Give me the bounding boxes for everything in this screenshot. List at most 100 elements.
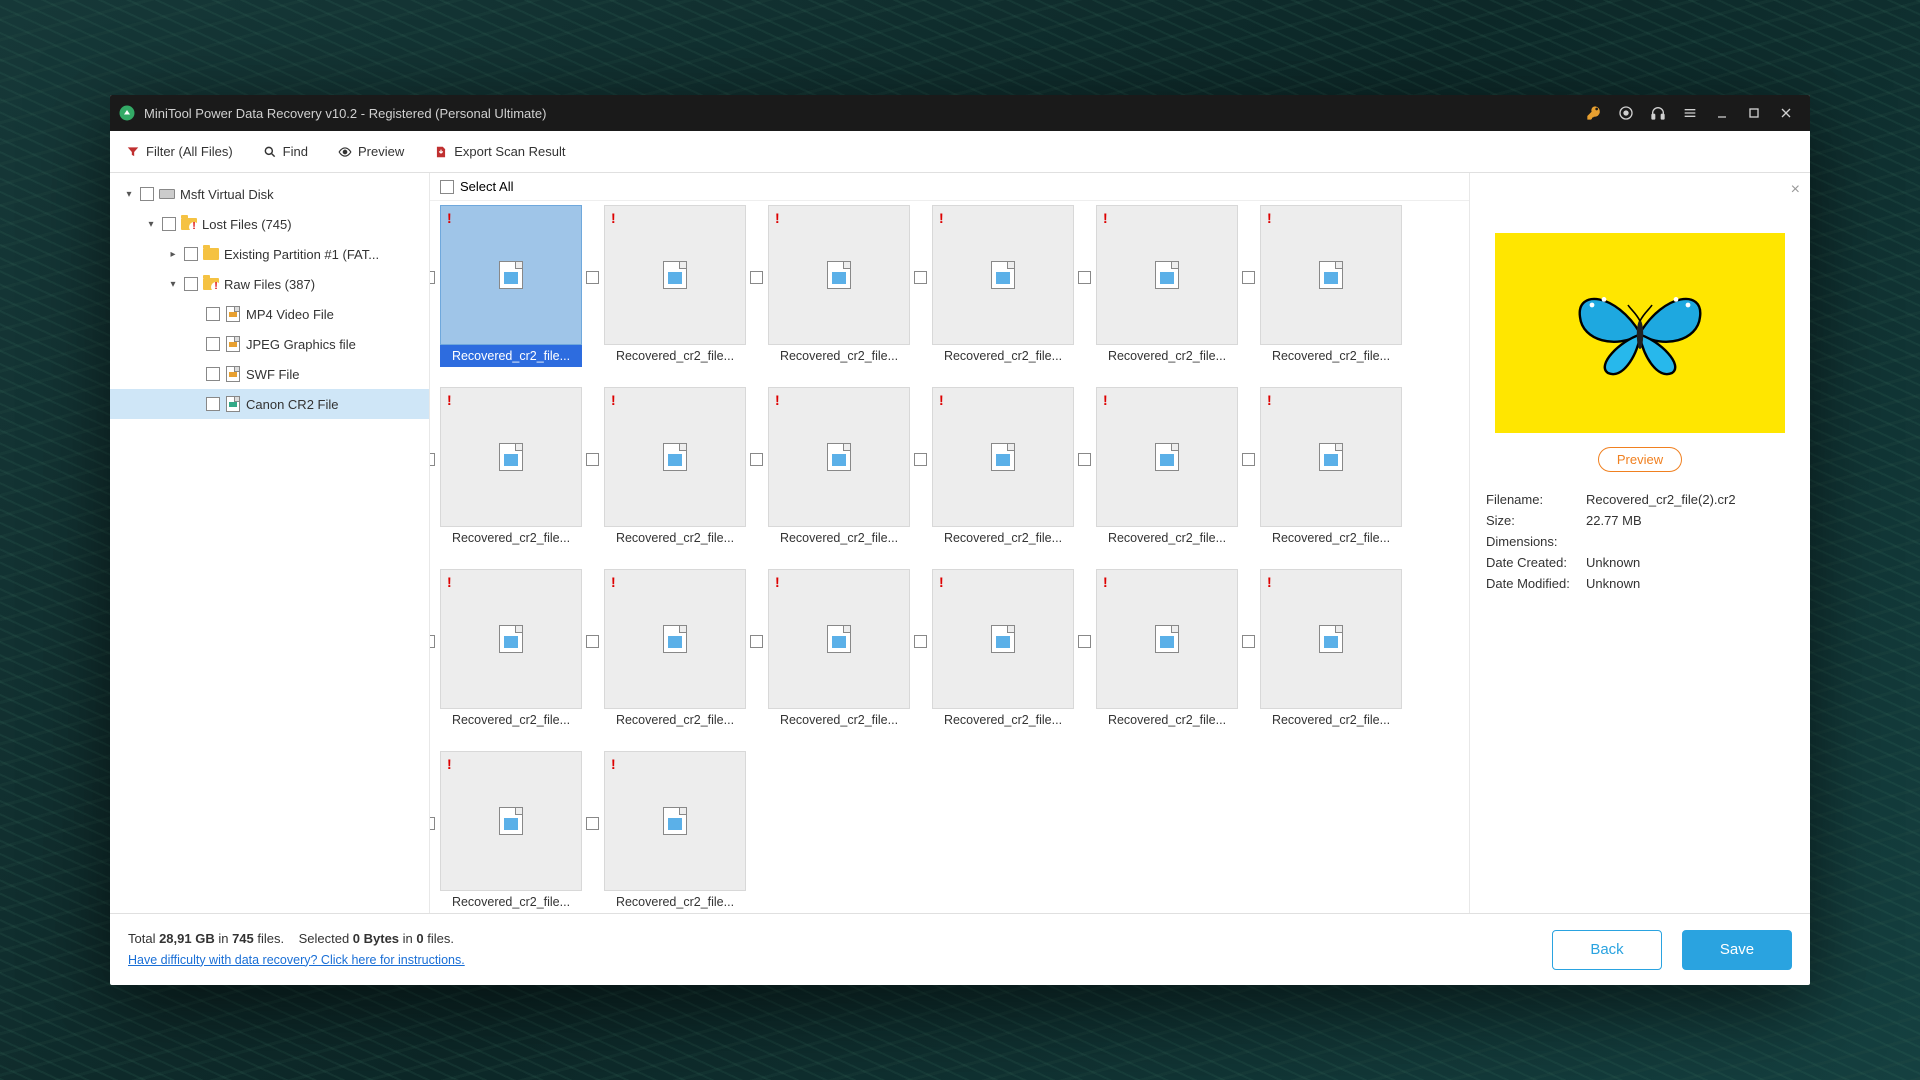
maximize-icon[interactable] — [1738, 97, 1770, 129]
thumb-box[interactable]: ! — [768, 205, 910, 345]
checkbox[interactable] — [140, 187, 154, 201]
thumb-box[interactable]: ! — [440, 751, 582, 891]
minimize-icon[interactable] — [1706, 97, 1738, 129]
file-checkbox[interactable] — [750, 271, 763, 284]
file-checkbox[interactable] — [1078, 271, 1091, 284]
file-checkbox[interactable] — [586, 453, 599, 466]
thumb-box[interactable]: ! — [932, 387, 1074, 527]
thumb-box[interactable]: ! — [1260, 205, 1402, 345]
thumb-box[interactable]: ! — [768, 569, 910, 709]
checkbox[interactable] — [184, 247, 198, 261]
tree-cr2[interactable]: Canon CR2 File — [110, 389, 429, 419]
file-thumb[interactable]: !Recovered_cr2_file... — [932, 387, 1074, 549]
file-thumb[interactable]: !Recovered_cr2_file... — [1260, 205, 1402, 367]
tree-label: SWF File — [246, 367, 299, 382]
file-checkbox[interactable] — [914, 453, 927, 466]
checkbox[interactable] — [206, 367, 220, 381]
export-button[interactable]: Export Scan Result — [434, 144, 565, 159]
tree-jpeg[interactable]: JPEG Graphics file — [110, 329, 429, 359]
thumb-box[interactable]: ! — [440, 387, 582, 527]
save-button[interactable]: Save — [1682, 930, 1792, 970]
file-thumb[interactable]: !Recovered_cr2_file... — [932, 569, 1074, 731]
file-thumb[interactable]: !Recovered_cr2_file... — [440, 569, 582, 731]
file-checkbox[interactable] — [586, 271, 599, 284]
file-thumb[interactable]: !Recovered_cr2_file... — [604, 569, 746, 731]
file-thumb[interactable]: !Recovered_cr2_file... — [1096, 387, 1238, 549]
file-checkbox[interactable] — [1242, 453, 1255, 466]
file-checkbox[interactable] — [1078, 635, 1091, 648]
preview-open-button[interactable]: Preview — [1598, 447, 1682, 472]
tree-swf[interactable]: SWF File — [110, 359, 429, 389]
headphones-icon[interactable] — [1642, 97, 1674, 129]
find-button[interactable]: Find — [263, 144, 308, 159]
file-grid-scroll[interactable]: !Recovered_cr2_file...!Recovered_cr2_fil… — [430, 201, 1469, 913]
checkbox[interactable] — [206, 397, 220, 411]
file-thumb[interactable]: !Recovered_cr2_file... — [440, 387, 582, 549]
file-checkbox[interactable] — [1242, 271, 1255, 284]
thumb-box[interactable]: ! — [604, 387, 746, 527]
caret-down-icon[interactable]: ▾ — [144, 219, 158, 230]
tree-partition[interactable]: ▸ Existing Partition #1 (FAT... — [110, 239, 429, 269]
caret-right-icon[interactable]: ▸ — [166, 249, 180, 260]
file-thumb[interactable]: !Recovered_cr2_file... — [768, 387, 910, 549]
checkbox[interactable] — [206, 307, 220, 321]
caret-down-icon[interactable]: ▾ — [122, 189, 136, 200]
file-thumb[interactable]: !Recovered_cr2_file... — [768, 205, 910, 367]
file-checkbox[interactable] — [430, 817, 435, 830]
thumb-box[interactable]: ! — [604, 569, 746, 709]
caret-down-icon[interactable]: ▾ — [166, 279, 180, 290]
thumb-box[interactable]: ! — [1096, 569, 1238, 709]
thumb-box[interactable]: ! — [604, 205, 746, 345]
checkbox[interactable] — [206, 337, 220, 351]
file-thumb[interactable]: !Recovered_cr2_file... — [604, 751, 746, 913]
file-checkbox[interactable] — [1242, 635, 1255, 648]
file-checkbox[interactable] — [430, 271, 435, 284]
thumb-box[interactable]: ! — [1260, 387, 1402, 527]
tree-lost-files[interactable]: ▾ Lost Files (745) — [110, 209, 429, 239]
checkbox[interactable] — [184, 277, 198, 291]
file-checkbox[interactable] — [430, 453, 435, 466]
file-checkbox[interactable] — [914, 271, 927, 284]
file-checkbox[interactable] — [586, 635, 599, 648]
thumb-box[interactable]: ! — [768, 387, 910, 527]
file-thumb[interactable]: !Recovered_cr2_file... — [604, 205, 746, 367]
thumb-box[interactable]: ! — [932, 205, 1074, 345]
checkbox[interactable] — [162, 217, 176, 231]
file-checkbox[interactable] — [1078, 453, 1091, 466]
close-preview-icon[interactable]: × — [1791, 181, 1800, 199]
menu-icon[interactable] — [1674, 97, 1706, 129]
file-thumb[interactable]: !Recovered_cr2_file... — [440, 751, 582, 913]
file-checkbox[interactable] — [750, 635, 763, 648]
tree-mp4[interactable]: MP4 Video File — [110, 299, 429, 329]
file-thumb[interactable]: !Recovered_cr2_file... — [768, 569, 910, 731]
close-icon[interactable] — [1770, 97, 1802, 129]
file-checkbox[interactable] — [914, 635, 927, 648]
thumb-box[interactable]: ! — [440, 569, 582, 709]
key-icon[interactable] — [1578, 97, 1610, 129]
file-thumb[interactable]: !Recovered_cr2_file... — [440, 205, 582, 367]
preview-button[interactable]: Preview — [338, 144, 404, 159]
back-button[interactable]: Back — [1552, 930, 1662, 970]
file-checkbox[interactable] — [586, 817, 599, 830]
file-checkbox[interactable] — [750, 453, 763, 466]
tree-root[interactable]: ▾ Msft Virtual Disk — [110, 179, 429, 209]
file-thumb[interactable]: !Recovered_cr2_file... — [604, 387, 746, 549]
help-link[interactable]: Have difficulty with data recovery? Clic… — [128, 953, 465, 967]
file-checkbox[interactable] — [430, 635, 435, 648]
thumb-box[interactable]: ! — [1096, 387, 1238, 527]
thumb-box[interactable]: ! — [440, 205, 582, 345]
export-label: Export Scan Result — [454, 144, 565, 159]
file-thumb[interactable]: !Recovered_cr2_file... — [1260, 569, 1402, 731]
filter-button[interactable]: Filter (All Files) — [126, 144, 233, 159]
select-all-checkbox[interactable] — [440, 180, 454, 194]
thumb-box[interactable]: ! — [1260, 569, 1402, 709]
thumb-box[interactable]: ! — [604, 751, 746, 891]
file-thumb[interactable]: !Recovered_cr2_file... — [932, 205, 1074, 367]
thumb-box[interactable]: ! — [1096, 205, 1238, 345]
file-thumb[interactable]: !Recovered_cr2_file... — [1096, 569, 1238, 731]
thumb-box[interactable]: ! — [932, 569, 1074, 709]
file-thumb[interactable]: !Recovered_cr2_file... — [1260, 387, 1402, 549]
disc-icon[interactable] — [1610, 97, 1642, 129]
file-thumb[interactable]: !Recovered_cr2_file... — [1096, 205, 1238, 367]
tree-raw-files[interactable]: ▾ Raw Files (387) — [110, 269, 429, 299]
